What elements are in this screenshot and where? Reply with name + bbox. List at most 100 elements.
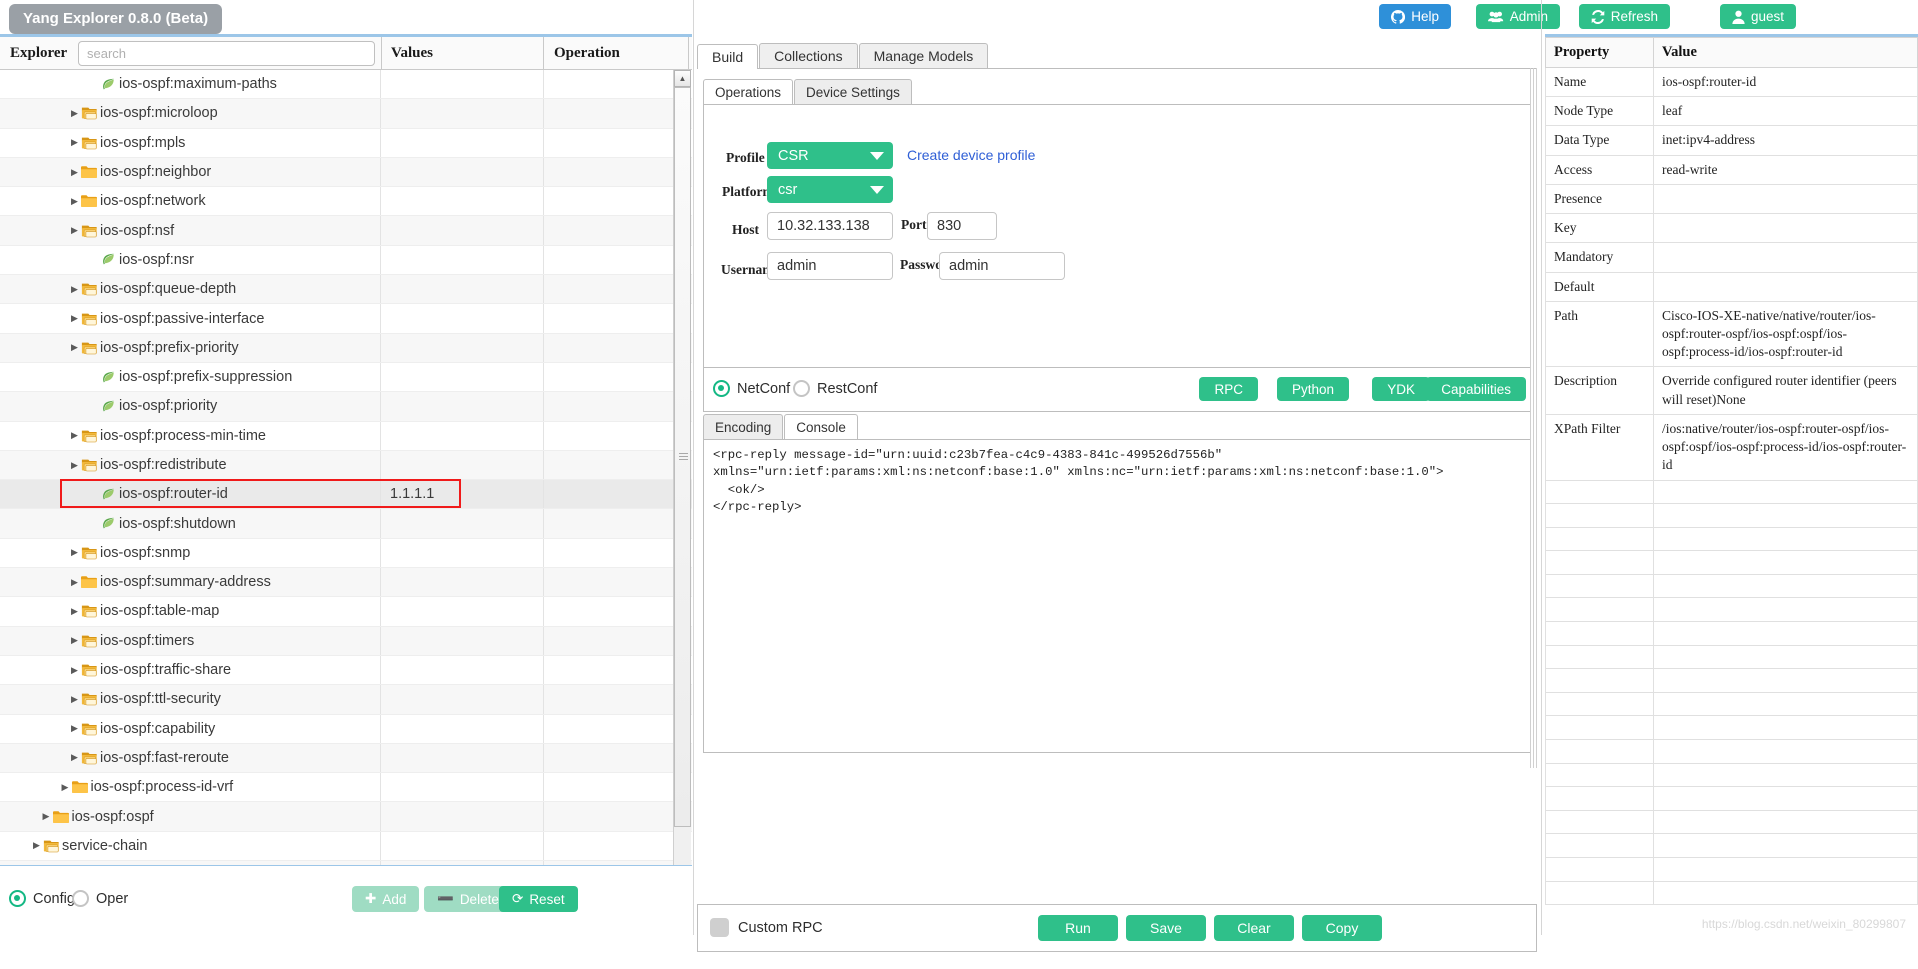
tree-node-value[interactable] (381, 597, 544, 625)
tree-node-operation[interactable] (544, 422, 689, 450)
tree-row[interactable]: ▶ios-ospf:queue-depth (0, 275, 692, 304)
admin-button[interactable]: Admin (1476, 4, 1560, 29)
tree-node-value[interactable] (381, 363, 544, 391)
tree-node-value[interactable] (381, 744, 544, 772)
expand-arrow-icon[interactable]: ▶ (69, 226, 80, 235)
tree-row[interactable]: ▶ios-ospf:neighbor (0, 158, 692, 187)
tree-node-operation[interactable] (544, 334, 689, 362)
expand-arrow-icon[interactable]: ▶ (69, 753, 80, 762)
help-button[interactable]: Help (1379, 4, 1451, 29)
tree-node-operation[interactable] (544, 597, 689, 625)
tree-node[interactable]: ▶ios-ospf:nsf (0, 216, 381, 244)
tree-row[interactable]: ▶ios-ospf:process-id-vrf (0, 773, 692, 802)
tree-node-operation[interactable] (544, 275, 689, 303)
tab-operations[interactable]: Operations (703, 79, 793, 104)
expand-arrow-icon[interactable]: ▶ (69, 666, 80, 675)
tree-row[interactable]: ▶ios-ospf:table-map (0, 597, 692, 626)
expand-arrow-icon[interactable]: ▶ (69, 578, 80, 587)
expand-arrow-icon[interactable]: ▶ (69, 607, 80, 616)
tree-row[interactable]: ▶ios-ospf:process-min-time (0, 422, 692, 451)
tree-row[interactable]: ▶service-chain (0, 832, 692, 861)
tab-build[interactable]: Build (697, 44, 758, 69)
tree-row[interactable]: ▶ios-ospf:mpls (0, 129, 692, 158)
tree-scrollbar[interactable]: ▲ ▼ (673, 70, 691, 904)
tree-node[interactable]: ios-ospf:router-id (0, 480, 381, 508)
platform-select[interactable]: csr (767, 176, 893, 203)
tree-node-operation[interactable] (544, 70, 689, 98)
tree-row[interactable]: ▶ios-ospf:microloop (0, 99, 692, 128)
custom-rpc-option[interactable]: Custom RPC (710, 918, 823, 937)
expand-arrow-icon[interactable]: ▶ (69, 285, 80, 294)
expand-arrow-icon[interactable]: ▶ (31, 841, 42, 850)
tree-node[interactable]: ios-ospf:prefix-suppression (0, 363, 381, 391)
expand-arrow-icon[interactable]: ▶ (69, 431, 80, 440)
tree-row[interactable]: ▶ios-ospf:passive-interface (0, 304, 692, 333)
tree-node[interactable]: ▶ios-ospf:ospf (0, 802, 381, 830)
tree-node[interactable]: ▶ios-ospf:fast-reroute (0, 744, 381, 772)
tree-row[interactable]: ▶ios-ospf:redistribute (0, 451, 692, 480)
expand-arrow-icon[interactable]: ▶ (69, 168, 80, 177)
tree-node-operation[interactable] (544, 99, 689, 127)
expand-arrow-icon[interactable]: ▶ (69, 343, 80, 352)
save-button[interactable]: Save (1126, 915, 1206, 941)
tree-node-value[interactable]: 1.1.1.1 (381, 480, 544, 508)
tree-node-operation[interactable] (544, 480, 689, 508)
tree-node-value[interactable] (381, 304, 544, 332)
tree-node-value[interactable] (381, 802, 544, 830)
reset-button[interactable]: ⟳ Reset (499, 886, 578, 912)
netconf-radio-icon[interactable] (713, 380, 730, 397)
expand-arrow-icon[interactable]: ▶ (69, 314, 80, 323)
config-radio-option[interactable]: Config (9, 890, 75, 907)
expand-arrow-icon[interactable]: ▶ (69, 548, 80, 557)
tree-node-operation[interactable] (544, 392, 689, 420)
tree-row[interactable]: ios-ospf:shutdown (0, 509, 692, 538)
tree-row[interactable]: ▶ios-ospf:traffic-share (0, 656, 692, 685)
expand-arrow-icon[interactable]: ▶ (69, 636, 80, 645)
oper-radio-option[interactable]: Oper (72, 890, 128, 907)
yang-tree[interactable]: ios-ospf:maximum-paths▶ios-ospf:microloo… (0, 70, 692, 932)
tree-node[interactable]: ▶ios-ospf:prefix-priority (0, 334, 381, 362)
tab-device-settings[interactable]: Device Settings (794, 79, 912, 104)
tree-row[interactable]: ios-ospf:nsr (0, 246, 692, 275)
tree-node-value[interactable] (381, 451, 544, 479)
netconf-radio-option[interactable]: NetConf (713, 380, 790, 397)
tree-node[interactable]: ▶ios-ospf:passive-interface (0, 304, 381, 332)
tab-encoding[interactable]: Encoding (703, 414, 783, 439)
tree-node[interactable]: ▶ios-ospf:microloop (0, 99, 381, 127)
tree-row[interactable]: ios-ospf:router-id1.1.1.1 (0, 480, 692, 509)
tree-node-value[interactable] (381, 187, 544, 215)
tree-node-value[interactable] (381, 627, 544, 655)
tree-node[interactable]: ▶ios-ospf:traffic-share (0, 656, 381, 684)
restconf-radio-option[interactable]: RestConf (793, 380, 877, 397)
tab-console[interactable]: Console (784, 414, 858, 439)
tree-node-value[interactable] (381, 70, 544, 98)
tree-node-operation[interactable] (544, 715, 689, 743)
expand-arrow-icon[interactable]: ▶ (69, 109, 80, 118)
tree-node-operation[interactable] (544, 773, 689, 801)
tree-node-value[interactable] (381, 656, 544, 684)
tree-node-operation[interactable] (544, 216, 689, 244)
tree-node-value[interactable] (381, 422, 544, 450)
tree-row[interactable]: ▶ios-ospf:summary-address (0, 568, 692, 597)
tree-node-value[interactable] (381, 685, 544, 713)
tree-node-operation[interactable] (544, 509, 689, 537)
expand-arrow-icon[interactable]: ▶ (69, 724, 80, 733)
tree-row[interactable]: ▶ios-ospf:snmp (0, 539, 692, 568)
expand-arrow-icon[interactable]: ▶ (60, 783, 71, 792)
rpc-button[interactable]: RPC (1199, 377, 1258, 401)
tree-node[interactable]: ios-ospf:shutdown (0, 509, 381, 537)
tree-node-value[interactable] (381, 129, 544, 157)
tree-node-operation[interactable] (544, 744, 689, 772)
clear-button[interactable]: Clear (1214, 915, 1294, 941)
expand-arrow-icon[interactable]: ▶ (69, 138, 80, 147)
tree-node-operation[interactable] (544, 568, 689, 596)
host-input[interactable] (767, 212, 893, 240)
tree-node-operation[interactable] (544, 656, 689, 684)
tree-node-value[interactable] (381, 832, 544, 860)
tree-node-value[interactable] (381, 158, 544, 186)
restconf-radio-icon[interactable] (793, 380, 810, 397)
scrollbar-thumb[interactable] (674, 87, 691, 827)
profile-select[interactable]: CSR (767, 142, 893, 169)
tree-node-value[interactable] (381, 539, 544, 567)
tree-node-value[interactable] (381, 773, 544, 801)
